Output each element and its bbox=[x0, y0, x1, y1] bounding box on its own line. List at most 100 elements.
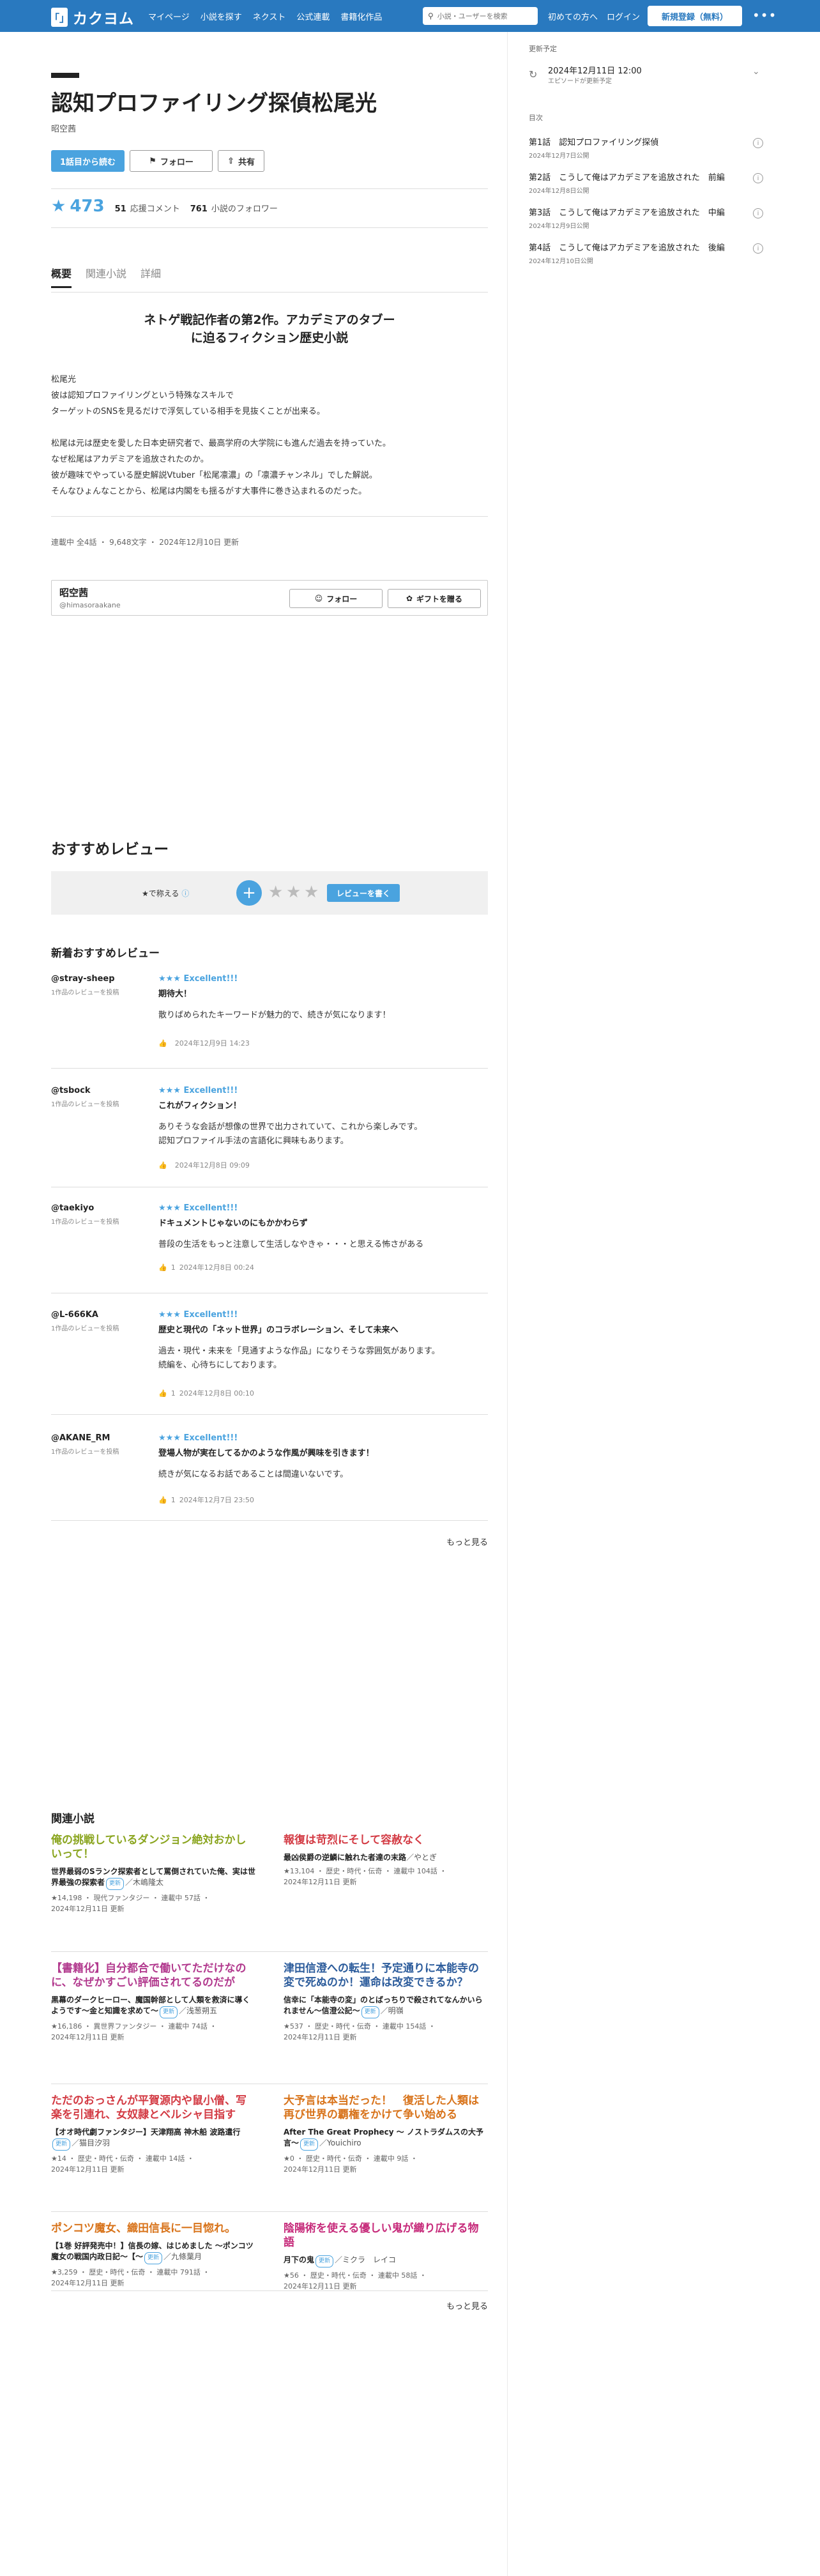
related-item[interactable]: 俺の挑戦しているダンジョン絶対おかしいって！ 世界最弱のSランク探索者として罵倒… bbox=[51, 1833, 255, 1914]
related-item-title[interactable]: 大予言は本当だった！ 復活した人類は再び世界の覇権をかけて争い始める bbox=[284, 2094, 488, 2122]
gift-button[interactable]: ✿ ギフトを贈る bbox=[388, 589, 481, 608]
comments-label[interactable]: 応援コメント bbox=[130, 202, 180, 214]
related-item-author[interactable]: ／Youichiro bbox=[319, 2138, 361, 2147]
tab-overview[interactable]: 概要 bbox=[51, 265, 72, 288]
read-first-button[interactable]: 1話目から読む bbox=[51, 150, 125, 172]
work-stats: ★ 473 51 応援コメント 761 小説のフォロワー bbox=[51, 197, 284, 216]
review-title[interactable]: 期待大！ bbox=[158, 987, 484, 999]
related-item[interactable]: 津田信澄への転生！予定通りに本能寺の変で死ぬのか！運命は改変できるか？ 信幸に「… bbox=[284, 1962, 488, 2043]
site-logo[interactable]: 「」 カクヨム bbox=[49, 6, 134, 28]
nav-next[interactable]: ネクスト bbox=[253, 10, 286, 22]
thumbs-up-icon[interactable]: 👍 bbox=[158, 1389, 167, 1398]
related-item-title[interactable]: ただのおっさんが平賀源内や鼠小僧、写楽を引連れ、女奴隷とベルシャ目指す bbox=[51, 2094, 255, 2122]
work-author-link[interactable]: 昭空茜 bbox=[51, 122, 76, 134]
episode-item[interactable]: 第1話 認知プロファイリング探偵 2024年12月7日公開 i bbox=[529, 135, 769, 160]
update-badge: 更新 bbox=[52, 2138, 71, 2151]
follow-author-button[interactable]: ☺ フォロー bbox=[289, 589, 383, 608]
related-item-title[interactable]: 陰陽術を使える優しい鬼が織り広げる物語 bbox=[284, 2222, 488, 2250]
share-button[interactable]: ⇧ 共有 bbox=[218, 150, 264, 172]
review-title[interactable]: 歴史と現代の「ネット世界」のコラボレーション、そして未来へ bbox=[158, 1323, 484, 1335]
related-item-author[interactable]: ／ミクラ レイコ bbox=[335, 2255, 396, 2264]
review-date: 2024年12月8日 09:09 bbox=[174, 1161, 250, 1170]
help-icon[interactable]: ⓘ bbox=[181, 889, 189, 898]
related-item-title[interactable]: ポンコツ魔女、織田信長に一目惚れ。 bbox=[51, 2222, 255, 2236]
review-title[interactable]: ドキュメントじゃないのにもかかわらず bbox=[158, 1216, 484, 1228]
first-time-link[interactable]: 初めての方へ bbox=[548, 10, 598, 22]
more-menu-icon[interactable]: ••• bbox=[752, 8, 777, 23]
search-input[interactable] bbox=[437, 11, 527, 20]
related-item[interactable]: 大予言は本当だった！ 復活した人類は再び世界の覇権をかけて争い始める After… bbox=[284, 2094, 488, 2175]
review-user[interactable]: @taekiyo bbox=[51, 1203, 94, 1213]
episode-item[interactable]: 第3話 こうして俺はアカデミアを追放された 中編 2024年12月9日公開 i bbox=[529, 206, 769, 230]
episode-title[interactable]: 第2話 こうして俺はアカデミアを追放された 前編 bbox=[529, 171, 769, 183]
related-item[interactable]: 【書籍化】自分都合で働いてただけなのに、なぜかすごい評価されてるのだが 黒幕のダ… bbox=[51, 1962, 255, 2043]
related-item-author[interactable]: ／木嶋隆太 bbox=[125, 1878, 163, 1887]
nav-published-works[interactable]: 書籍化作品 bbox=[340, 10, 382, 22]
thumbs-up-icon[interactable]: 👍 bbox=[158, 1496, 167, 1504]
related-item-title[interactable]: 俺の挑戦しているダンジョン絶対おかしいって！ bbox=[51, 1833, 255, 1861]
related-item-title[interactable]: 【書籍化】自分都合で働いてただけなのに、なぜかすごい評価されてるのだが bbox=[51, 1962, 255, 1990]
register-button[interactable]: 新規登録（無料） bbox=[648, 6, 742, 26]
info-icon[interactable]: i bbox=[753, 243, 763, 254]
write-review-button[interactable]: レビューを書く bbox=[327, 884, 400, 902]
episode-title[interactable]: 第3話 こうして俺はアカデミアを追放された 中編 bbox=[529, 206, 769, 218]
related-item-author[interactable]: ／九條葉月 bbox=[163, 2252, 202, 2261]
follow-work-button[interactable]: ⚑ フォロー bbox=[130, 150, 213, 172]
star-score[interactable]: 473 bbox=[70, 197, 104, 216]
intro-line bbox=[51, 420, 488, 436]
related-item[interactable]: 陰陽術を使える優しい鬼が織り広げる物語 月下の鬼 更新 ／ミクラ レイコ ★56 ・… bbox=[284, 2222, 488, 2292]
star-icon[interactable]: ★ bbox=[304, 883, 319, 902]
info-icon[interactable]: i bbox=[753, 138, 763, 148]
episode-title[interactable]: 第1話 認知プロファイリング探偵 bbox=[529, 135, 769, 148]
logo-mark-icon: 「」 bbox=[49, 8, 70, 27]
search-icon[interactable]: ⚲ bbox=[428, 11, 434, 20]
catchphrase-line: に迫るフィクション歴史小説 bbox=[190, 331, 349, 345]
add-star-button[interactable]: + bbox=[236, 880, 262, 906]
nav-mypage[interactable]: マイページ bbox=[148, 10, 190, 22]
review-user[interactable]: @L-666KA bbox=[51, 1310, 98, 1320]
episode-item[interactable]: 第4話 こうして俺はアカデミアを追放された 後編 2024年12月10日公開 i bbox=[529, 241, 769, 265]
related-item-author[interactable]: ／猫目汐羽 bbox=[72, 2138, 110, 2147]
related-item[interactable]: 報復は苛烈にそして容赦なく 最凶侯爵の逆鱗に触れた者達の末路／やとぎ ★13,1… bbox=[284, 1833, 488, 1887]
chevron-down-icon[interactable]: ⌄ bbox=[752, 66, 760, 77]
site-header: 「」 カクヨム マイページ 小説を探す ネクスト 公式連載 書籍化作品 ⚲ 初め… bbox=[0, 0, 820, 32]
followers-label[interactable]: 小説のフォロワー bbox=[211, 202, 278, 214]
related-item-author[interactable]: ／やとぎ bbox=[406, 1853, 437, 1862]
episode-item[interactable]: 第2話 こうして俺はアカデミアを追放された 前編 2024年12月8日公開 i bbox=[529, 171, 769, 195]
intro-line: そんなひょんなことから、松尾は内閣をも揺るがす大事件に巻き込まれるのだった。 bbox=[51, 487, 367, 496]
related-item[interactable]: ポンコツ魔女、織田信長に一目惚れ。 【1巻 好評発売中！】信長の嫁、はじめました… bbox=[51, 2222, 255, 2289]
more-reviews-link[interactable]: もっと見る bbox=[446, 1536, 488, 1548]
tab-details[interactable]: 詳細 bbox=[140, 265, 161, 288]
episode-title[interactable]: 第4話 こうして俺はアカデミアを追放された 後編 bbox=[529, 241, 769, 253]
info-icon[interactable]: i bbox=[753, 173, 763, 183]
thumbs-up-icon[interactable]: 👍 bbox=[158, 1161, 167, 1170]
review-user[interactable]: @tsbock bbox=[51, 1086, 91, 1095]
author-card-name[interactable]: 昭空茜 bbox=[59, 586, 88, 599]
review-user-count: 1作品のレビューを投稿 bbox=[51, 1219, 119, 1226]
related-item-meta: ★16,186 ・ 異世界ファンタジー ・ 連載中 74話 ・ 2024年12月1… bbox=[51, 2021, 255, 2043]
review-title[interactable]: これがフィクション！ bbox=[158, 1099, 484, 1111]
related-item-author[interactable]: ／明嶺 bbox=[381, 2006, 404, 2015]
star-icon[interactable]: ★ bbox=[286, 883, 301, 902]
nav-find-novels[interactable]: 小説を探す bbox=[201, 10, 242, 22]
star-icon[interactable]: ★ bbox=[268, 883, 283, 902]
related-item-desc: After The Great Prophecy 〜 ノストラダムスの大予言〜更… bbox=[284, 2127, 488, 2151]
info-icon[interactable]: i bbox=[753, 208, 763, 218]
related-item-author[interactable]: ／浅葱朔五 bbox=[179, 2006, 217, 2015]
related-item-title[interactable]: 報復は苛烈にそして容赦なく bbox=[284, 1833, 488, 1847]
thumbs-up-icon[interactable]: 👍 bbox=[158, 1039, 167, 1048]
more-related-link[interactable]: もっと見る bbox=[446, 2299, 488, 2312]
login-link[interactable]: ログイン bbox=[607, 10, 640, 22]
related-item-desc: 黒幕のダークヒーロー、魔国幹部として人類を救済に導くようです〜金と知識を求めて〜… bbox=[51, 1995, 255, 2018]
review-title[interactable]: 登場人物が実在してるかのような作風が興味を引きます！ bbox=[158, 1446, 484, 1458]
tab-related[interactable]: 関連小説 bbox=[86, 265, 126, 288]
nav-official-series[interactable]: 公式連載 bbox=[296, 10, 330, 22]
review-rating: ★★★ Excellent!!! bbox=[158, 1433, 238, 1443]
thumbs-up-icon[interactable]: 👍 bbox=[158, 1263, 167, 1272]
review-user[interactable]: @AKANE_RM bbox=[51, 1433, 110, 1443]
related-item-title[interactable]: 津田信澄への転生！予定通りに本能寺の変で死ぬのか！運命は改変できるか？ bbox=[284, 1962, 488, 1990]
review-user[interactable]: @stray-sheep bbox=[51, 974, 115, 984]
related-title: 関連小説 bbox=[51, 1813, 95, 1825]
related-item[interactable]: ただのおっさんが平賀源内や鼠小僧、写楽を引連れ、女奴隷とベルシャ目指す 【オオ時… bbox=[51, 2094, 255, 2175]
episode-date: 2024年12月9日公開 bbox=[529, 223, 589, 230]
